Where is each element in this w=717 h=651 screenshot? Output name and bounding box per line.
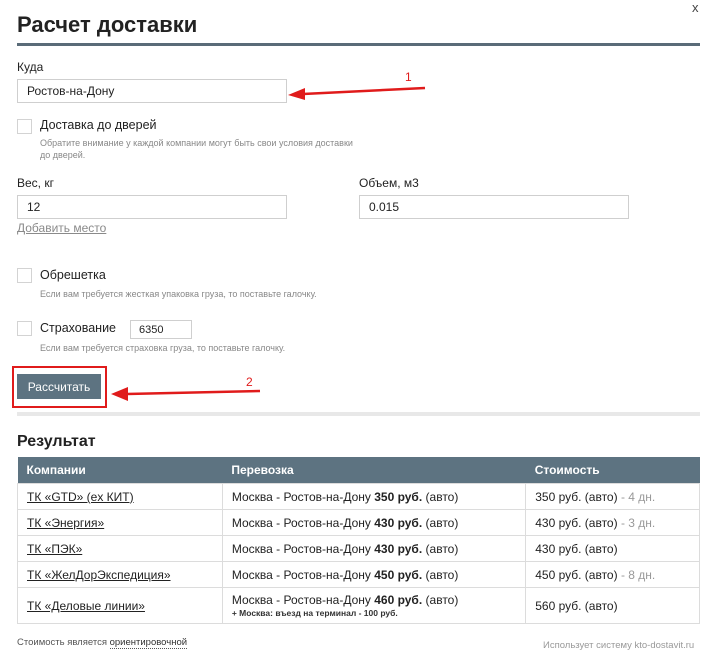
- route-price: 450 руб.: [374, 567, 423, 582]
- annotation-arrow-2: [111, 387, 261, 401]
- weight-input[interactable]: [17, 195, 287, 219]
- volume-label: Объем, м3: [359, 176, 419, 190]
- table-header-row: Компании Перевозка Стоимость: [17, 457, 700, 484]
- cost-text: 350 руб. (авто): [535, 489, 618, 504]
- door-delivery-label: Доставка до дверей: [40, 118, 157, 132]
- route-cell: Москва - Ростов-на-Дону 430 руб. (авто): [221, 535, 527, 562]
- route-note: + Москва: въезд на терминал - 100 руб.: [231, 608, 398, 618]
- route-mode: (авто): [425, 593, 459, 607]
- title-divider: [17, 43, 700, 46]
- crate-checkbox[interactable]: [17, 268, 32, 283]
- route-text: Москва - Ростов-на-Дону: [231, 489, 371, 504]
- route-text: Москва - Ростов-на-Дону: [231, 593, 371, 607]
- table-row: ТК «Энергия» Москва - Ростов-на-Дону 430…: [17, 509, 700, 536]
- route-cell: Москва - Ростов-на-Дону 450 руб. (авто): [221, 561, 527, 588]
- route-cell: Москва - Ростов-на-Дону 460 руб. (авто) +…: [221, 587, 527, 624]
- route-text: Москва - Ростов-на-Дону: [231, 541, 371, 556]
- insurance-hint: Если вам требуется страховка груза, то п…: [40, 343, 286, 353]
- table-row: ТК «ЖелДорЭкспедиция» Москва - Ростов-на…: [17, 561, 700, 588]
- volume-input[interactable]: [359, 195, 629, 219]
- annotation-number-1: 1: [405, 70, 412, 84]
- company-link[interactable]: ТК «ЖелДорЭкспедиция»: [27, 568, 171, 582]
- cost-text: 450 руб. (авто): [535, 567, 618, 582]
- crate-label: Обрешетка: [40, 268, 106, 282]
- table-row: ТК «Деловые линии» Москва - Ростов-на-До…: [17, 587, 700, 624]
- route-mode: (авто): [425, 489, 459, 504]
- cost-text: 430 руб. (авто): [535, 541, 618, 556]
- route-cell: Москва - Ростов-на-Дону 430 руб. (авто): [221, 509, 527, 536]
- company-cell: ТК «Деловые линии»: [17, 587, 223, 624]
- result-title: Результат: [17, 433, 96, 450]
- annotation-number-2: 2: [246, 375, 253, 389]
- calculate-button[interactable]: Рассчитать: [17, 374, 101, 399]
- company-link[interactable]: ТК «Энергия»: [27, 516, 104, 530]
- cost-text: 430 руб. (авто): [535, 515, 618, 530]
- company-cell: ТК «GTD» (ex КИТ): [17, 483, 223, 510]
- cost-cell: 350 руб. (авто) - 4 дн.: [525, 483, 700, 510]
- cost-text: 560 руб. (авто): [535, 598, 618, 613]
- insurance-checkbox[interactable]: [17, 321, 32, 336]
- cost-cell: 450 руб. (авто) - 8 дн.: [525, 561, 700, 588]
- route-price: 460 руб.: [374, 593, 423, 607]
- route-price: 430 руб.: [374, 541, 423, 556]
- table-row: ТК «ПЭК» Москва - Ростов-на-Дону 430 руб…: [17, 535, 700, 562]
- route-mode: (авто): [425, 541, 459, 556]
- destination-label: Куда: [17, 60, 44, 74]
- footer-text: Стоимость является: [17, 637, 107, 648]
- route-price: 350 руб.: [374, 489, 423, 504]
- route-text: Москва - Ростов-на-Дону: [231, 515, 371, 530]
- results-table: Компании Перевозка Стоимость ТК «GTD» (e…: [17, 457, 700, 624]
- route-cell: Москва - Ростов-на-Дону 350 руб. (авто): [221, 483, 527, 510]
- footer-note: Стоимость является ориентировочной: [17, 637, 188, 649]
- company-link[interactable]: ТК «Деловые линии»: [27, 599, 145, 613]
- add-place-link[interactable]: Добавить место: [17, 221, 106, 235]
- company-cell: ТК «ЖелДорЭкспедиция»: [17, 561, 223, 588]
- footer-link[interactable]: ориентировочной: [109, 637, 188, 649]
- section-divider: [17, 412, 700, 416]
- route-text: Москва - Ростов-на-Дону: [231, 567, 371, 582]
- delivery-days: - 8 дн.: [620, 567, 656, 582]
- insurance-amount-input[interactable]: [130, 320, 192, 339]
- route-mode: (авто): [425, 567, 459, 582]
- company-link[interactable]: ТК «GTD» (ex КИТ): [27, 490, 134, 504]
- page-title: Расчет доставки: [17, 12, 198, 37]
- table-row: ТК «GTD» (ex КИТ) Москва - Ростов-на-Дон…: [17, 483, 700, 510]
- column-header-cost: Стоимость: [525, 457, 700, 484]
- delivery-days: - 4 дн.: [620, 489, 656, 504]
- door-delivery-hint-line2: до дверей.: [40, 150, 86, 160]
- company-cell: ТК «Энергия»: [17, 509, 223, 536]
- crate-hint: Если вам требуется жесткая упаковка груз…: [40, 289, 317, 299]
- route-price: 430 руб.: [374, 515, 423, 530]
- destination-input[interactable]: [17, 79, 287, 103]
- column-header-route: Перевозка: [222, 457, 526, 484]
- cost-cell: 560 руб. (авто): [525, 587, 700, 624]
- door-delivery-checkbox[interactable]: [17, 119, 32, 134]
- weight-label: Вес, кг: [17, 176, 54, 190]
- insurance-label: Страхование: [40, 321, 117, 335]
- delivery-days: - 3 дн.: [620, 515, 656, 530]
- cost-cell: 430 руб. (авто) - 3 дн.: [525, 509, 700, 536]
- company-cell: ТК «ПЭК»: [17, 535, 223, 562]
- footer-powered-by: Использует систему kto-dostavit.ru: [543, 640, 695, 651]
- company-link[interactable]: ТК «ПЭК»: [27, 542, 82, 556]
- close-icon[interactable]: x: [692, 0, 699, 15]
- cost-cell: 430 руб. (авто): [525, 535, 700, 562]
- door-delivery-hint-line1: Обратите внимание у каждой компании могу…: [40, 138, 353, 148]
- column-header-companies: Компании: [17, 457, 223, 484]
- route-mode: (авто): [425, 515, 459, 530]
